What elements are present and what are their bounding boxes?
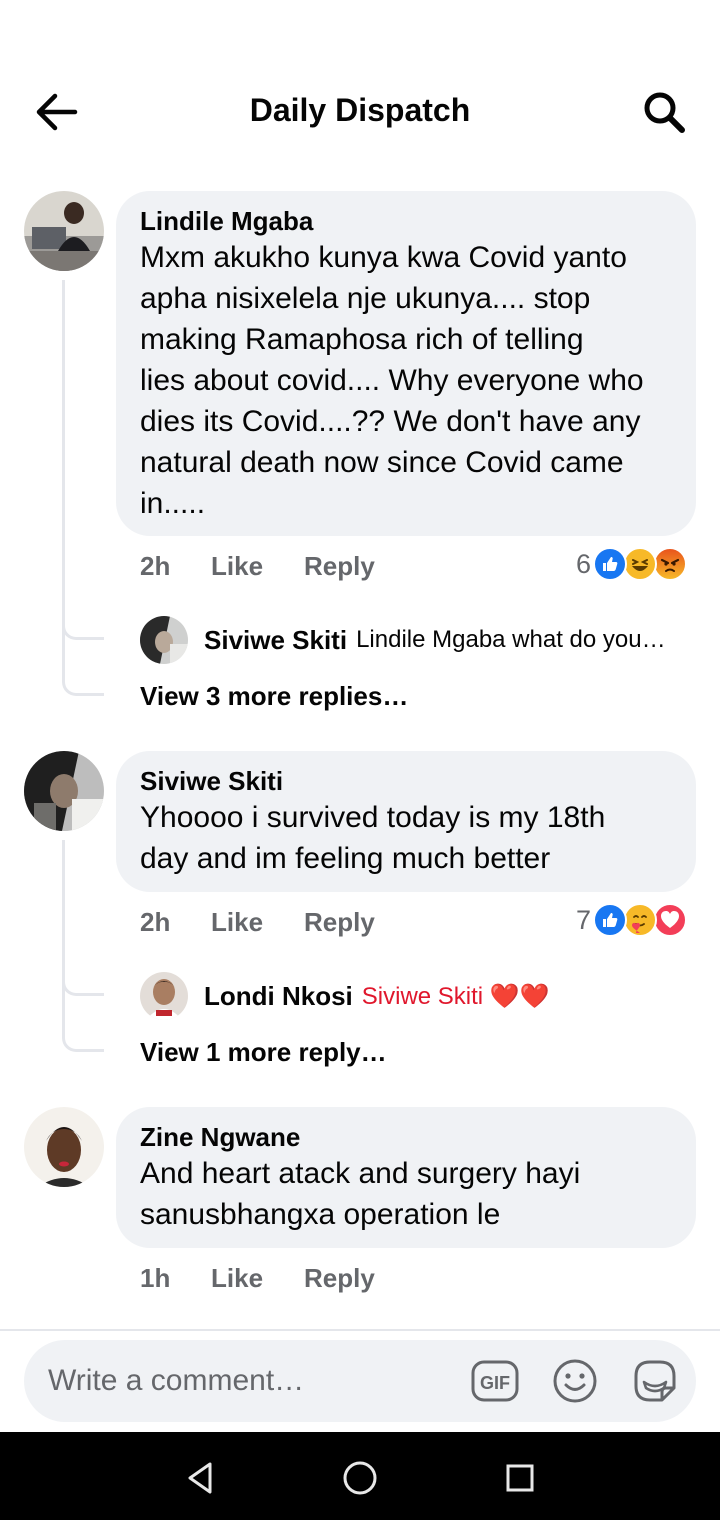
comment-timestamp[interactable]: 2h <box>140 907 211 938</box>
comment-text-line: apha nisixelela nje ukunya.... stop <box>140 282 591 315</box>
reaction-count: 6 <box>576 548 592 579</box>
like-button[interactable]: Like <box>211 1263 304 1294</box>
comment-text-line: day and im feeling much better <box>140 842 551 875</box>
like-button[interactable]: Like <box>211 907 304 938</box>
comment-actions: 2h Like Reply <box>140 907 375 938</box>
top-app-bar: Daily Dispatch <box>0 0 720 170</box>
reply-preview[interactable]: Londi Nkosi Siviwe Skiti ❤️❤️ <box>140 971 550 1021</box>
view-more-replies-link[interactable]: View 1 more reply… <box>140 1037 387 1068</box>
composer-divider <box>0 1329 720 1331</box>
thread-line <box>62 640 104 696</box>
comment-timestamp[interactable]: 2h <box>140 551 211 582</box>
comment-text-line: And heart atack and surgery hayi <box>140 1157 581 1190</box>
comment-bubble[interactable]: Lindile Mgaba Mxm akukho kunya kwa Covid… <box>116 191 696 536</box>
thread-line <box>62 956 104 996</box>
avatar[interactable] <box>140 972 188 1020</box>
like-icon <box>593 547 628 581</box>
sticker-icon <box>634 1360 676 1402</box>
page-title: Daily Dispatch <box>249 92 471 128</box>
reply-button[interactable]: Reply <box>304 1263 375 1294</box>
haha-icon <box>623 547 658 581</box>
avatar[interactable] <box>140 616 188 664</box>
svg-text:GIF: GIF <box>480 1373 510 1393</box>
gif-icon: GIF <box>471 1360 519 1402</box>
nav-back-button[interactable] <box>176 1454 224 1502</box>
reaction-summary[interactable]: 6 <box>576 547 688 581</box>
comment-bubble[interactable]: Siviwe Skiti Yhoooo i survived today is … <box>116 751 696 892</box>
comment-text-line: Yhoooo i survived today is my 18th <box>140 801 606 834</box>
sticker-button[interactable] <box>630 1356 680 1406</box>
comment-text-line: Mxm akukho kunya kwa Covid yanto <box>140 241 627 274</box>
nav-home-icon <box>343 1461 377 1495</box>
comment-input[interactable] <box>48 1360 448 1402</box>
reply-button[interactable]: Reply <box>304 551 375 582</box>
comment-actions: 1h Like Reply <box>140 1263 375 1294</box>
nav-recents-icon <box>506 1464 534 1492</box>
comment-author[interactable]: Siviwe Skiti <box>140 765 672 797</box>
comment-text-line: lies about covid.... Why everyone who <box>140 364 644 397</box>
reply-text: Siviwe Skiti ❤️❤️ <box>361 982 550 1010</box>
nav-home-button[interactable] <box>336 1454 384 1502</box>
comment-text-line: sanusbhangxa operation le <box>140 1198 501 1231</box>
comment-actions: 2h Like Reply <box>140 551 375 582</box>
comment-author[interactable]: Lindile Mgaba <box>140 205 672 237</box>
comment-bubble[interactable]: Zine Ngwane And heart atack and surgery … <box>116 1107 696 1248</box>
search-button[interactable] <box>638 86 690 138</box>
reply-button[interactable]: Reply <box>304 907 375 938</box>
emoji-button[interactable] <box>550 1356 600 1406</box>
comment-text-line: in..... <box>140 487 206 520</box>
avatar[interactable] <box>24 1107 104 1187</box>
avatar[interactable] <box>24 751 104 831</box>
nav-back-icon <box>188 1462 212 1494</box>
comment-author[interactable]: Zine Ngwane <box>140 1121 672 1153</box>
reply-author[interactable]: Siviwe Skiti <box>204 625 347 656</box>
reaction-summary[interactable]: 7 <box>576 903 688 937</box>
like-button[interactable]: Like <box>211 551 304 582</box>
thread-line <box>62 280 65 640</box>
reply-author[interactable]: Londi Nkosi <box>204 981 353 1012</box>
system-navigation-bar <box>0 1432 720 1520</box>
comment-text-line: dies its Covid....?? We don't have any <box>140 405 641 438</box>
reply-text: Lindile Mgaba what do you… <box>356 626 666 653</box>
comment-text-line: making Ramaphosa rich of telling <box>140 323 584 356</box>
thread-line <box>62 600 104 640</box>
view-more-replies-link[interactable]: View 3 more replies… <box>140 681 408 712</box>
nav-recents-button[interactable] <box>496 1454 544 1502</box>
comment-timestamp[interactable]: 1h <box>140 1263 211 1294</box>
avatar[interactable] <box>24 191 104 271</box>
like-icon <box>593 903 628 937</box>
comment-text-line: natural death now since Covid came <box>140 446 624 479</box>
angry-icon <box>653 547 688 581</box>
gif-button[interactable]: GIF <box>470 1356 520 1406</box>
thread-line <box>62 996 104 1052</box>
care-icon <box>623 903 658 937</box>
reaction-count: 7 <box>576 904 592 935</box>
emoji-icon <box>553 1359 597 1403</box>
reply-preview[interactable]: Siviwe Skiti Lindile Mgaba what do you… <box>140 615 666 665</box>
love-icon <box>653 903 688 937</box>
search-icon <box>644 92 685 133</box>
comment-composer: GIF <box>24 1340 696 1422</box>
